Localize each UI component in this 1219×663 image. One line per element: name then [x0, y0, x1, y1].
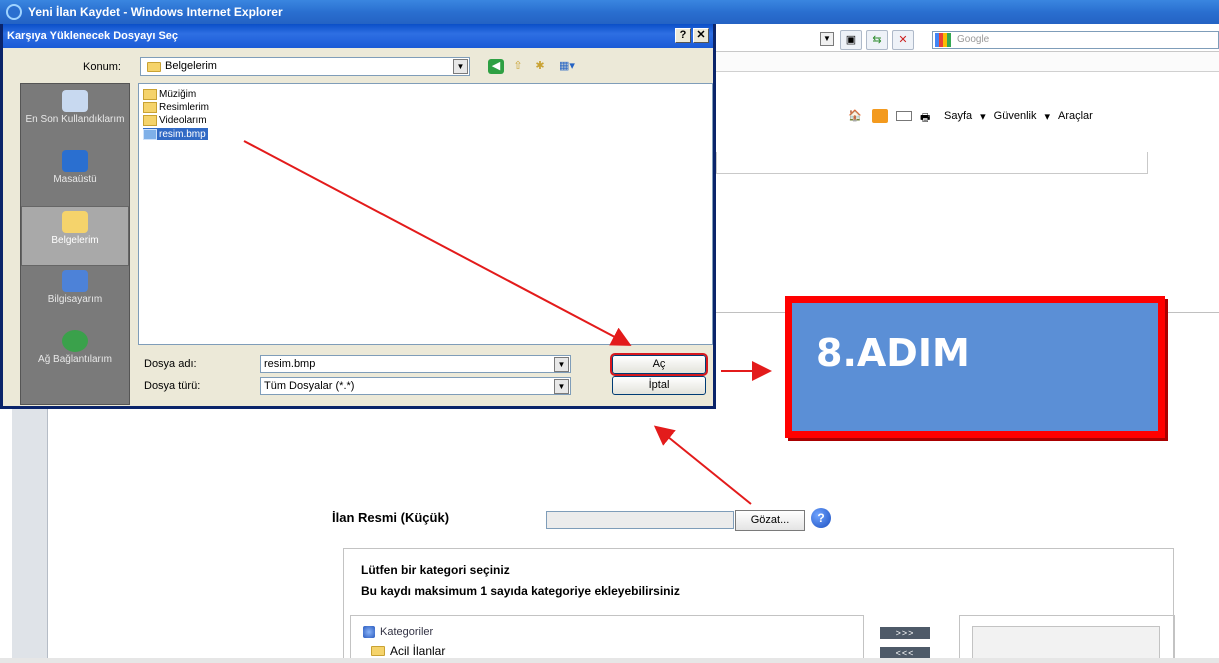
cancel-button[interactable]: İptal — [612, 376, 706, 395]
dialog-titlebar: Karşıya Yüklenecek Dosyayı Seç — [3, 24, 713, 48]
arrow-from-browse — [653, 425, 752, 505]
tree-item[interactable]: Acil İlanlar — [371, 644, 445, 658]
image-file-icon — [143, 128, 157, 140]
filetype-select[interactable]: Tüm Dosyalar (*.*) ▼ — [260, 377, 571, 395]
place-label: Bilgisayarım — [47, 294, 103, 305]
database-icon — [363, 626, 375, 638]
compat-view-icon[interactable]: ▣ — [840, 30, 862, 50]
command-tools[interactable]: Araçlar — [1058, 110, 1093, 122]
chevron-down-icon[interactable]: ▼ — [554, 357, 569, 372]
places-bar: En Son Kullandıklarım Masaüstü Belgeleri… — [20, 83, 130, 405]
favorites-bar — [716, 52, 1219, 72]
selected-categories — [959, 615, 1175, 663]
filename-label: Dosya adı: — [144, 358, 197, 370]
chevron-down-icon[interactable]: ▼ — [453, 59, 468, 74]
location-select[interactable]: Belgelerim ▼ — [140, 57, 470, 76]
category-tree: Kategoriler Acil İlanlar — [350, 615, 864, 663]
search-input[interactable]: Google — [932, 31, 1219, 49]
location-label: Konum: — [83, 61, 121, 73]
print-icon[interactable]: 🖶 — [920, 109, 936, 124]
tree-root-label: Kategoriler — [380, 626, 434, 638]
command-security[interactable]: Güvenlik — [994, 110, 1037, 122]
file-list[interactable]: Müziğim Resimlerim Videolarım resim.bmp — [138, 83, 713, 345]
file-item-selected[interactable]: resim.bmp — [143, 128, 208, 140]
place-label: Ağ Bağlantılarım — [38, 354, 112, 365]
location-value: Belgelerim — [165, 60, 217, 72]
place-desktop[interactable]: Masaüstü — [21, 146, 129, 206]
browse-button[interactable]: Gözat... — [735, 510, 805, 531]
place-recent[interactable]: En Son Kullandıklarım — [21, 86, 129, 146]
view-menu-icon[interactable]: ▦▾ — [556, 59, 578, 74]
filetype-value: Tüm Dosyalar (*.*) — [264, 380, 355, 392]
up-folder-icon[interactable]: ⇧ — [510, 59, 526, 74]
place-computer[interactable]: Bilgisayarım — [21, 266, 129, 326]
place-label: Masaüstü — [53, 174, 97, 185]
open-button[interactable]: Aç — [610, 353, 708, 376]
step-label: 8.ADIM — [816, 331, 970, 375]
address-dropdown-icon[interactable]: ▼ — [820, 32, 834, 46]
file-name: Müziğim — [159, 88, 197, 100]
back-icon[interactable]: ◀ — [488, 59, 504, 74]
filename-value: resim.bmp — [264, 358, 316, 370]
page-header-strip — [716, 152, 1148, 174]
category-panel: Lütfen bir kategori seçiniz Bu kaydı mak… — [343, 548, 1175, 663]
dialog-close-button[interactable]: ✕ — [693, 28, 709, 43]
place-label: En Son Kullandıklarım — [25, 114, 125, 125]
command-bar: 🏠 🖶 Sayfa ▾ Güvenlik ▾ Araçlar — [848, 109, 1093, 124]
ie-logo-icon — [6, 4, 22, 20]
image-field-label: İlan Resmi (Küçük) — [332, 510, 450, 525]
stop-icon[interactable]: ✕ — [892, 30, 914, 50]
file-item[interactable]: Resimlerim — [143, 101, 209, 113]
address-row: ▼ ▣ ⇆ ✕ Google — [716, 28, 1219, 52]
file-item[interactable]: Videolarım — [143, 114, 207, 126]
tree-item-label: Acil İlanlar — [390, 644, 446, 658]
dialog-title: Karşıya Yüklenecek Dosyayı Seç — [7, 30, 179, 42]
google-logo-icon — [935, 33, 951, 47]
mail-icon[interactable] — [896, 111, 912, 121]
help-icon[interactable]: ? — [811, 508, 831, 528]
folder-icon — [371, 646, 385, 656]
place-documents[interactable]: Belgelerim — [21, 206, 129, 266]
dialog-help-button[interactable]: ? — [675, 28, 691, 43]
step-callout: 8.ADIM — [785, 296, 1165, 438]
folder-icon — [147, 61, 161, 72]
image-file-input[interactable] — [546, 511, 734, 529]
filetype-label: Dosya türü: — [144, 380, 201, 392]
file-open-dialog: Karşıya Yüklenecek Dosyayı Seç ? ✕ Konum… — [0, 24, 716, 409]
videos-folder-icon — [143, 114, 157, 126]
category-limit-note: Bu kaydı maksimum 1 sayıda kategoriye ek… — [361, 584, 680, 598]
chevron-down-icon[interactable]: ▼ — [554, 379, 569, 394]
category-instruction: Lütfen bir kategori seçiniz — [361, 563, 510, 577]
network-icon — [62, 330, 88, 352]
new-folder-icon[interactable]: ✱ — [532, 59, 548, 74]
add-category-button[interactable]: >>> — [880, 627, 930, 639]
place-network[interactable]: Ağ Bağlantılarım — [21, 326, 129, 386]
file-name: resim.bmp — [159, 128, 206, 140]
file-name: Videolarım — [159, 114, 207, 126]
rss-icon[interactable] — [872, 109, 888, 123]
recent-icon — [62, 90, 88, 112]
music-folder-icon — [143, 88, 157, 100]
computer-icon — [62, 270, 88, 292]
filename-input[interactable]: resim.bmp ▼ — [260, 355, 571, 373]
documents-icon — [62, 211, 88, 233]
ie-window-title: Yeni İlan Kaydet - Windows Internet Expl… — [28, 5, 283, 19]
file-item[interactable]: Müziğim — [143, 88, 196, 100]
page-left-rail — [12, 405, 48, 663]
status-bar — [0, 658, 1219, 663]
search-placeholder: Google — [957, 34, 990, 45]
home-icon[interactable]: 🏠 — [848, 109, 864, 123]
tree-root-item[interactable]: Kategoriler — [363, 626, 433, 638]
file-name: Resimlerim — [159, 101, 209, 113]
ie-window-titlebar: Yeni İlan Kaydet - Windows Internet Expl… — [0, 0, 1219, 24]
pictures-folder-icon — [143, 101, 157, 113]
command-page[interactable]: Sayfa — [944, 110, 972, 122]
desktop-icon — [62, 150, 88, 172]
place-label: Belgelerim — [51, 235, 99, 246]
refresh-icon[interactable]: ⇆ — [866, 30, 888, 50]
